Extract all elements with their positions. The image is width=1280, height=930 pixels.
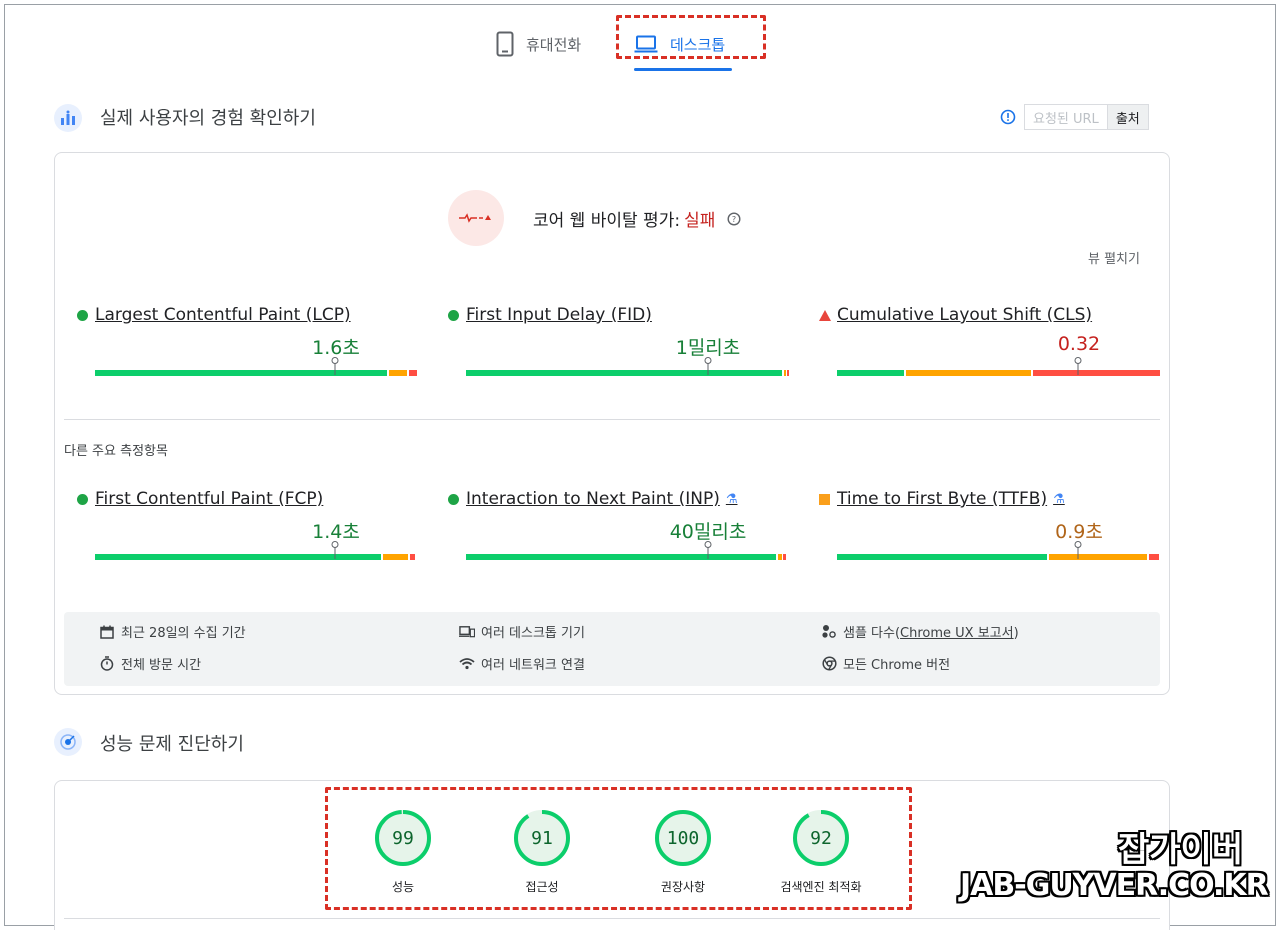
metric-fcp-marker [331, 541, 339, 548]
field-section-title: 실제 사용자의 경험 확인하기 [100, 108, 316, 129]
svg-text:?: ? [732, 215, 736, 224]
metric-lcp-value: 1.6초 [312, 337, 360, 359]
metric-cls-value: 0.32 [1057, 333, 1101, 355]
metric-fcp-distribution-bar [95, 554, 417, 560]
lab-section-title: 성능 문제 진단하기 [100, 734, 244, 755]
samples-icon [821, 624, 837, 640]
metric-lcp-marker [331, 357, 339, 364]
field-data-icon [54, 104, 82, 132]
info-samples: 샘플 다수(Chrome UX 보고서) [821, 622, 1019, 641]
metric-fid-marker [704, 357, 712, 364]
tab-mobile-label: 휴대전화 [526, 35, 582, 54]
metric-inp-name[interactable]: Interaction to Next Paint (INP) ⚗ [466, 489, 738, 509]
origin-toggle-button[interactable]: 출처 [1107, 104, 1149, 130]
wifi-icon [459, 656, 475, 672]
good-indicator-dot [77, 494, 88, 505]
experimental-flask-icon: ⚗ [725, 491, 738, 507]
metric-fcp-name[interactable]: First Contentful Paint (FCP) [95, 489, 323, 509]
cwv-assessment: 코어 웹 바이탈 평가: 실패 ? [533, 206, 741, 231]
info-visit-duration: 전체 방문 시간 [99, 654, 201, 673]
other-metrics-label: 다른 주요 측정항목 [64, 444, 168, 459]
watermark-korean: 잡가이버 [1118, 830, 1244, 870]
cwv-status-badge [448, 190, 504, 246]
expand-view-link[interactable]: 뷰 펼치기 [1088, 248, 1140, 267]
highlight-box-scores [325, 787, 912, 910]
devices-icon [459, 624, 475, 640]
metric-cls-name[interactable]: Cumulative Layout Shift (CLS) [837, 305, 1092, 325]
tab-mobile[interactable]: 휴대전화 [496, 30, 581, 58]
info-network: 여러 네트워크 연결 [459, 654, 585, 673]
metric-cls-distribution-bar [837, 370, 1160, 376]
info-devices: 여러 데스크톱 기기 [459, 622, 585, 641]
chrome-icon [821, 656, 837, 672]
tab-active-indicator [634, 68, 732, 71]
metric-ttfb-distribution-bar [837, 554, 1159, 560]
chrome-ux-report-link[interactable]: Chrome UX 보고서 [900, 626, 1014, 641]
cwv-result-text: 실패 [684, 211, 716, 231]
stopwatch-icon [99, 656, 115, 672]
metric-fid-name[interactable]: First Input Delay (FID) [466, 305, 652, 325]
metrics-divider [64, 419, 1160, 420]
metric-fcp-value: 1.4초 [312, 521, 360, 543]
lab-data-icon [54, 728, 82, 756]
lab-card-divider [64, 918, 1160, 919]
good-indicator-dot [448, 310, 459, 321]
poor-indicator-triangle [819, 310, 831, 321]
metric-ttfb-name[interactable]: Time to First Byte (TTFB) ⚗ [837, 489, 1065, 509]
watermark-url: JAB-GUYVER.CO.KR [960, 868, 1269, 903]
phone-icon [496, 31, 514, 57]
good-indicator-dot [77, 310, 88, 321]
info-icon[interactable] [1000, 109, 1016, 125]
info-chrome-versions: 모든 Chrome 버전 [821, 654, 950, 673]
metric-fid-distribution-bar [466, 370, 790, 376]
metric-fid-value: 1밀리초 [675, 337, 741, 359]
metric-lcp-name[interactable]: Largest Contentful Paint (LCP) [95, 305, 351, 325]
url-origin-toggle: 요청된 URL 출처 [1000, 104, 1149, 130]
cwv-label-text: 코어 웹 바이탈 평가: [533, 211, 681, 231]
good-indicator-dot [448, 494, 459, 505]
experimental-flask-icon: ⚗ [1053, 491, 1065, 507]
average-indicator-square [819, 494, 830, 505]
metric-ttfb-marker [1074, 541, 1082, 548]
metric-inp-distribution-bar [466, 554, 788, 560]
help-icon[interactable]: ? [727, 211, 741, 226]
calendar-icon [99, 624, 115, 640]
metric-lcp-distribution-bar [95, 370, 417, 376]
metric-ttfb-value: 0.9초 [1055, 521, 1103, 543]
metric-cls-marker [1074, 357, 1082, 364]
metric-inp-value: 40밀리초 [669, 521, 747, 543]
highlight-box-desktop [616, 15, 766, 59]
info-collection-period: 최근 28일의 수집 기간 [99, 622, 246, 641]
url-toggle-button[interactable]: 요청된 URL [1024, 104, 1108, 130]
pulse-icon [459, 213, 491, 223]
metric-inp-marker [704, 541, 712, 548]
